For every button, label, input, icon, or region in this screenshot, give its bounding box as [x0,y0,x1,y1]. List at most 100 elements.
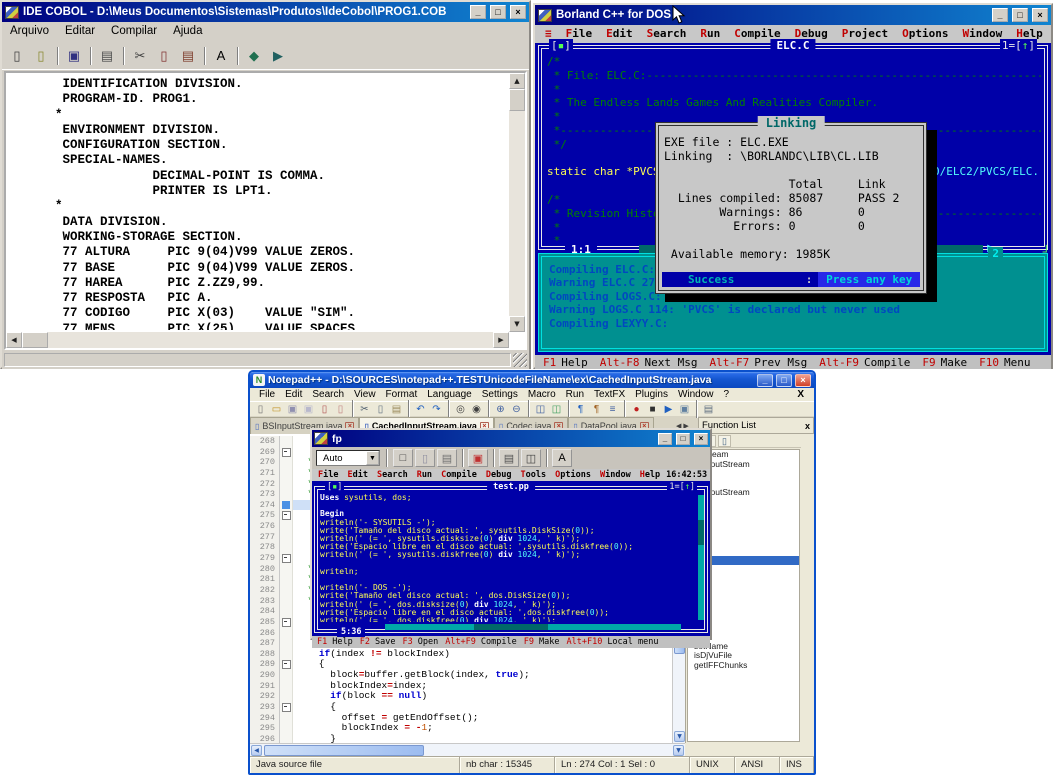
fkey-hint[interactable]: F2 Save [360,637,396,647]
scroll-right-icon[interactable]: ▶ [493,332,509,348]
word-wrap-icon[interactable]: ¶ [573,402,588,416]
play-macro-icon[interactable]: ▶ [661,402,676,416]
encoding-status[interactable]: ANSI [735,757,780,773]
npp-titlebar[interactable]: N Notepad++ - D:\SOURCES\notepad++.TESTU… [250,372,814,388]
scroll-left-icon[interactable]: ◀ [6,332,22,348]
editor-horizontal-scrollbar[interactable]: ◀ ▼ [250,743,685,756]
scroll-thumb[interactable] [264,745,424,756]
fkey-hint[interactable]: F10 Menu [979,356,1030,369]
stop-macro-icon[interactable]: ■ [645,402,660,416]
font-icon[interactable]: A [552,449,572,467]
zoom-in-icon[interactable]: ⊕ [493,402,508,416]
maximize-button[interactable]: □ [676,432,690,445]
fullscreen-icon[interactable]: ▣ [468,449,488,467]
menu-item[interactable]: File [318,470,338,480]
maximize-button[interactable]: □ [1012,8,1028,22]
menu-item[interactable]: Options [902,25,948,43]
menu-item[interactable]: Compile [441,470,477,480]
menu-item[interactable]: Tools [521,470,547,480]
menu-item[interactable]: Run [561,389,589,400]
properties-icon[interactable]: ▤ [499,449,519,467]
menu-item[interactable]: File [254,389,280,400]
function-list-item[interactable]: isDjVuFile [688,651,799,661]
eol-format-status[interactable]: UNIX [690,757,735,773]
cobol-titlebar[interactable]: IDE COBOL - D:\Meus Documentos\Sistemas\… [2,2,529,22]
fp-titlebar[interactable]: fp _ □ × [312,430,710,447]
minimize-button[interactable]: _ [470,5,486,19]
resize-grip[interactable] [513,353,527,367]
fold-marker-icon[interactable] [280,510,293,522]
menu-item[interactable]: Arquivo [10,25,49,39]
close-button[interactable]: × [510,5,526,19]
menu-item[interactable]: Help [640,470,660,480]
record-macro-icon[interactable]: ● [629,402,644,416]
fkey-hint[interactable]: Alt-F8 Next Msg [600,356,698,369]
cut-icon[interactable]: ✂ [357,402,372,416]
cobol-code[interactable]: IDENTIFICATION DIVISION. PROGRAM-ID. PRO… [8,75,507,330]
horizontal-scrollbar[interactable]: ◀ ▶ [6,332,509,348]
close-file-icon[interactable]: ▯ [317,402,332,416]
scroll-down-icon[interactable]: ▼ [509,316,525,332]
menu-item[interactable]: ? [719,389,735,400]
scroll-thumb[interactable] [22,332,48,348]
cobol-editor[interactable]: IDENTIFICATION DIVISION. PROGRAM-ID. PRO… [4,71,527,350]
print-icon[interactable]: ▤ [701,402,716,416]
menu-item[interactable]: Edit [347,470,367,480]
fold-marker-icon[interactable] [280,616,293,628]
compile-icon[interactable]: ◆ [243,45,265,66]
testpp-editor-window[interactable]: [▪] test.pp 1=[↑] Uses sysutils, dos; Be… [314,482,708,637]
doc-close-icon[interactable]: X [791,389,810,400]
new-file-icon[interactable]: ▯ [253,402,268,416]
menu-item[interactable]: Settings [477,389,523,400]
scroll-up-icon[interactable]: ▲ [509,73,525,89]
replace-icon[interactable]: ◉ [469,402,484,416]
fkey-hint[interactable]: F9 Make [524,637,560,647]
fold-marker-icon[interactable] [280,553,293,564]
close-all-icon[interactable]: ▯ [333,402,348,416]
minimize-button[interactable]: _ [757,373,773,387]
undo-icon[interactable]: ↶ [413,402,428,416]
indent-guide-icon[interactable]: ≡ [605,402,620,416]
insert-mode-status[interactable]: INS [780,757,814,773]
menu-item[interactable]: Run [700,25,720,43]
show-symbols-icon[interactable]: ¶ [589,402,604,416]
fkey-hint[interactable]: Alt+F10 Local menu [566,637,658,647]
maximize-button[interactable]: □ [776,373,792,387]
linking-dialog[interactable]: Linking EXE file : ELC.EXE Linking : \BOR… [655,116,927,294]
menu-item[interactable]: TextFX [589,389,630,400]
dos-vertical-scrollbar[interactable] [698,495,704,620]
scroll-left-icon[interactable]: ◀ [251,745,262,756]
copy-icon[interactable]: ▯ [415,449,435,467]
dos-horizontal-scrollbar[interactable] [385,624,681,630]
chevron-down-icon[interactable]: ▼ [366,451,379,465]
open-file-icon[interactable]: ▯ [30,45,52,66]
menu-item[interactable]: Edit [606,25,633,43]
minimize-button[interactable]: _ [658,432,672,445]
scroll-thumb[interactable] [509,89,525,111]
menu-item[interactable]: Ajuda [173,25,202,39]
font-size-combobox[interactable]: Auto ▼ [316,450,380,466]
fkey-hint[interactable]: F1 Help [317,637,353,647]
menu-item[interactable]: Compilar [111,25,157,39]
find-icon[interactable]: ◎ [453,402,468,416]
fold-marker-icon[interactable] [280,659,293,671]
menu-item[interactable]: Options [555,470,591,480]
dos-close-icon[interactable]: [▪] [325,482,345,492]
menu-item[interactable]: Macro [523,389,561,400]
vertical-scrollbar[interactable]: ▲ ▼ [509,73,525,332]
run-icon[interactable]: ▶ [267,45,289,66]
save-icon[interactable]: ▣ [285,402,300,416]
maximize-button[interactable]: □ [490,5,506,19]
scroll-right-icon[interactable]: ▼ [673,745,684,756]
fkey-hint[interactable]: Alt+F9 Compile [445,637,517,647]
function-list-item[interactable]: getIFFChunks [688,661,799,671]
menu-item[interactable]: Edit [280,389,307,400]
function-list-close-icon[interactable]: x [805,421,810,431]
menu-item[interactable]: Search [647,25,687,43]
menu-item[interactable]: Search [377,470,408,480]
dos-zoom-icon[interactable]: 1=[↑] [667,482,697,492]
fkey-hint[interactable]: Alt-F7 Prev Msg [709,356,807,369]
menu-item[interactable]: Project [842,25,888,43]
split-view-icon[interactable]: ◫ [533,402,548,416]
redo-icon[interactable]: ↷ [429,402,444,416]
